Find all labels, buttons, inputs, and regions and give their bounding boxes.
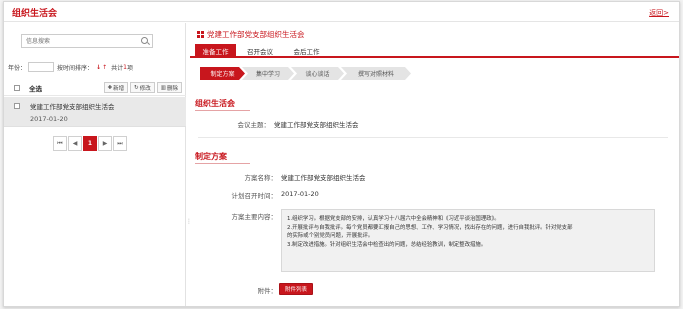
sort-label: 按时间排序： <box>57 64 94 72</box>
list-item-title[interactable]: 党建工作部党支部组织生活会 <box>30 101 115 111</box>
tab-preparation[interactable]: 准备工作 <box>195 44 236 58</box>
add-button[interactable]: ✚ 新增 <box>103 82 129 93</box>
list-item[interactable]: 党建工作部党支部组织生活会 2017-01-20 <box>4 97 186 127</box>
step-make-plan[interactable]: 制定方案 <box>200 67 245 80</box>
topic-label: 会议主题： <box>237 121 271 129</box>
add-button-label: 新增 <box>113 85 125 92</box>
pagination: ⏮ ◀ 1 ▶ ⏭ <box>53 136 127 151</box>
attachment-list-button[interactable]: 附件列表 <box>279 283 313 295</box>
refresh-icon: ↻ <box>134 84 139 91</box>
search-box[interactable] <box>21 34 153 48</box>
sort-asc-arrow-icon[interactable]: ↑ <box>102 64 107 71</box>
last-page-button[interactable]: ⏭ <box>113 136 127 151</box>
attachment-label: 附件： <box>257 287 278 295</box>
edit-button-label: 修改 <box>139 85 151 92</box>
total-prefix: 共计 <box>111 64 124 72</box>
plan-content-label: 方案主要内容： <box>231 213 278 221</box>
current-page-button[interactable]: 1 <box>83 136 97 151</box>
first-page-button[interactable]: ⏮ <box>53 136 67 151</box>
section-title-meeting: 组织生活会 <box>195 98 250 111</box>
plan-content-box: 1.组织学习。根据党支部的安排，认真学习十八届六中全会精神和《习近平谈治国理政》… <box>281 209 655 272</box>
topic-value: 党建工作部党支部组织生活会 <box>274 121 359 129</box>
delete-button-label: 删除 <box>166 85 178 92</box>
app-title: 组织生活会 <box>12 9 58 19</box>
year-input[interactable] <box>28 62 55 72</box>
list-actions: ✚ 新增 ↻ 修改 ▥ 删除 <box>103 82 182 93</box>
step-group-study[interactable]: 集中学习 <box>242 67 294 80</box>
detail-panel: 党建工作部党支部组织生活会 准备工作 召开会议 会后工作 制定方案 集中学习 谈… <box>190 23 679 306</box>
plan-date-value: 2017-01-20 <box>281 190 319 198</box>
edit-button[interactable]: ↻ 修改 <box>130 82 155 93</box>
content-line: 3.制定改进措施。针对组织生活会中检查出的问题，总结经验教训，制定整改措施。 <box>287 241 487 248</box>
grid-icon <box>197 31 204 38</box>
list-item-date: 2017-01-20 <box>30 115 68 123</box>
tab-post-meeting[interactable]: 会后工作 <box>284 44 329 58</box>
content-line: 的实际或个别党员问题，开展批评。 <box>287 233 374 240</box>
total-suffix: 项 <box>126 64 133 72</box>
detail-title-text: 党建工作部党支部组织生活会 <box>207 30 305 39</box>
left-panel: 年份： 按时间排序： ↓ ↑ 共计1项 全选 ✚ 新增 ↻ 修改 ▥ <box>4 23 186 306</box>
divider <box>198 137 668 138</box>
section-title-plan: 制定方案 <box>195 151 250 164</box>
sort-desc-arrow-icon[interactable]: ↓ <box>96 64 101 71</box>
step-heart-talk[interactable]: 谈心谈话 <box>291 67 344 80</box>
content-line: 1.组织学习。根据党支部的安排，认真学习十八届六中全会精神和《习近平谈治国理政》… <box>287 216 500 222</box>
delete-button[interactable]: ▥ 删除 <box>156 82 182 93</box>
step-write-materials[interactable]: 撰写对照材料 <box>341 67 411 80</box>
year-label: 年份： <box>8 64 27 72</box>
prev-page-button[interactable]: ◀ <box>68 136 82 151</box>
tab-bar: 准备工作 召开会议 会后工作 <box>190 43 679 58</box>
select-all-label: 全选 <box>29 84 42 93</box>
search-input[interactable] <box>22 35 134 47</box>
tab-hold-meeting[interactable]: 召开会议 <box>240 44 280 58</box>
top-bar: 组织生活会 返回> <box>4 2 679 22</box>
plan-name-label: 方案名称： <box>244 174 278 182</box>
plan-date-label: 计划召开时间： <box>231 192 278 200</box>
content-line: 2.开展批评与自我批评。每个党员都要汇报自己的思想、工作、学习情况，找出存在的问… <box>287 224 573 231</box>
plus-icon: ✚ <box>107 84 113 91</box>
select-all-row: 全选 ✚ 新增 ↻ 修改 ▥ 删除 <box>4 80 186 96</box>
select-all-checkbox[interactable] <box>14 84 20 91</box>
search-icon[interactable] <box>141 37 148 44</box>
detail-title: 党建工作部党支部组织生活会 <box>197 29 305 40</box>
app-window: 组织生活会 返回> 年份： 按时间排序： ↓ ↑ 共计1项 全选 ✚ 新增 <box>3 1 680 307</box>
back-link[interactable]: 返回> <box>649 8 669 18</box>
list-item-checkbox[interactable] <box>14 103 20 109</box>
step-bar: 制定方案 集中学习 谈心谈话 撰写对照材料 <box>200 67 420 80</box>
sort-bar: 年份： 按时间排序： ↓ ↑ 共计 1 项 <box>8 61 133 73</box>
next-page-button[interactable]: ▶ <box>98 136 112 151</box>
plan-name-value: 党建工作部党支部组织生活会 <box>281 174 366 182</box>
trash-icon: ▥ <box>160 84 166 91</box>
